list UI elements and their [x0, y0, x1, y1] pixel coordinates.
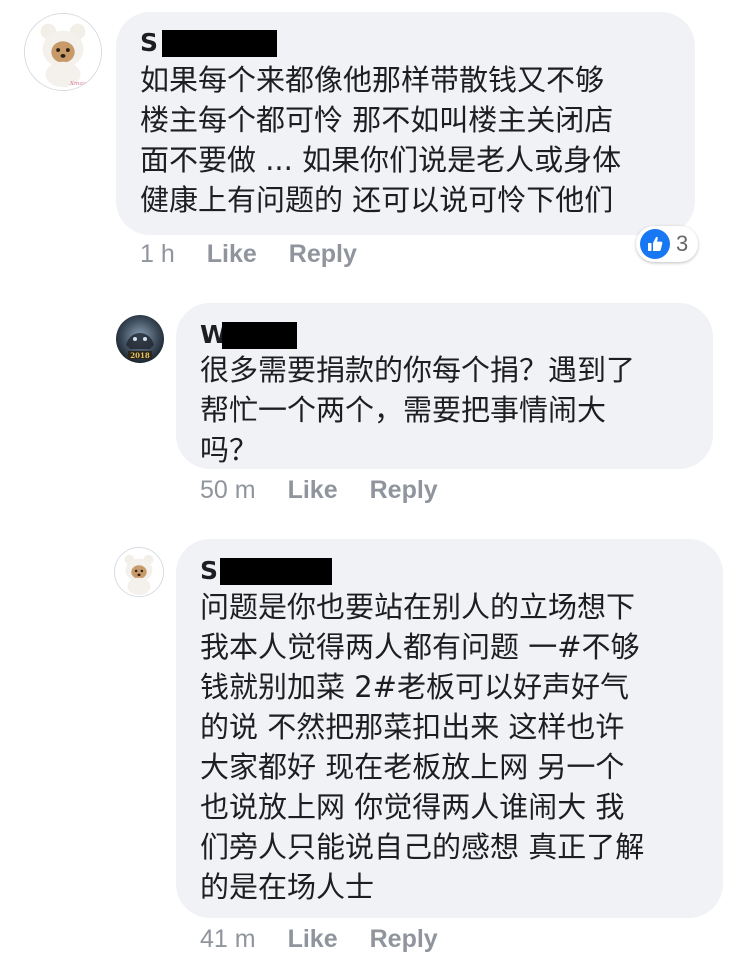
- comment-timestamp[interactable]: 1 h: [140, 240, 175, 269]
- dark-fantasy-2018-icon: 2018: [116, 315, 164, 363]
- svg-text:2018: 2018: [130, 351, 150, 360]
- comment-actions: 41 m Like Reply: [200, 925, 438, 954]
- reaction-badge[interactable]: 3: [636, 226, 699, 262]
- redaction-bar: [220, 557, 333, 585]
- author-name[interactable]: S: [200, 556, 333, 586]
- like-button[interactable]: Like: [207, 240, 257, 269]
- comment-timestamp[interactable]: 41 m: [200, 925, 256, 954]
- avatar[interactable]: [114, 547, 164, 597]
- svg-text:Xmas: Xmas: [69, 81, 86, 87]
- reply-button[interactable]: Reply: [289, 240, 357, 269]
- dog-in-white-bear-hoodie-icon: [115, 548, 163, 596]
- reply-button[interactable]: Reply: [370, 476, 438, 505]
- like-button[interactable]: Like: [288, 476, 338, 505]
- reaction-count: 3: [676, 231, 689, 256]
- redaction-bar: [221, 321, 297, 349]
- reply-button[interactable]: Reply: [370, 925, 438, 954]
- comment-actions: 1 h Like Reply: [140, 240, 357, 269]
- thumbs-up-icon: [640, 229, 670, 259]
- comment-actions: 50 m Like Reply: [200, 476, 438, 505]
- redaction-bar: [162, 29, 278, 57]
- author-name[interactable]: S: [140, 28, 278, 58]
- comment-text: 问题是你也要站在别人的立场想下 我本人觉得两人都有问题 一#不够 钱就别加菜 2…: [200, 590, 645, 904]
- comment-text: 如果每个来都像他那样带散钱又不够 楼主每个都可怜 那不如叫楼主关闭店 面不要做 …: [140, 63, 622, 217]
- author-initial: S: [200, 556, 219, 585]
- avatar[interactable]: Xmas: [24, 13, 102, 91]
- avatar[interactable]: 2018: [116, 315, 164, 363]
- comment-text: 很多需要捐款的你每个捐？遇到了 帮忙一个两个，需要把事情闹大 吗？: [200, 353, 636, 467]
- author-name[interactable]: W: [200, 320, 297, 350]
- like-button[interactable]: Like: [288, 925, 338, 954]
- comment-timestamp[interactable]: 50 m: [200, 476, 256, 505]
- dog-in-white-bear-hoodie-icon: Xmas: [25, 14, 101, 90]
- author-initial: S: [140, 28, 159, 57]
